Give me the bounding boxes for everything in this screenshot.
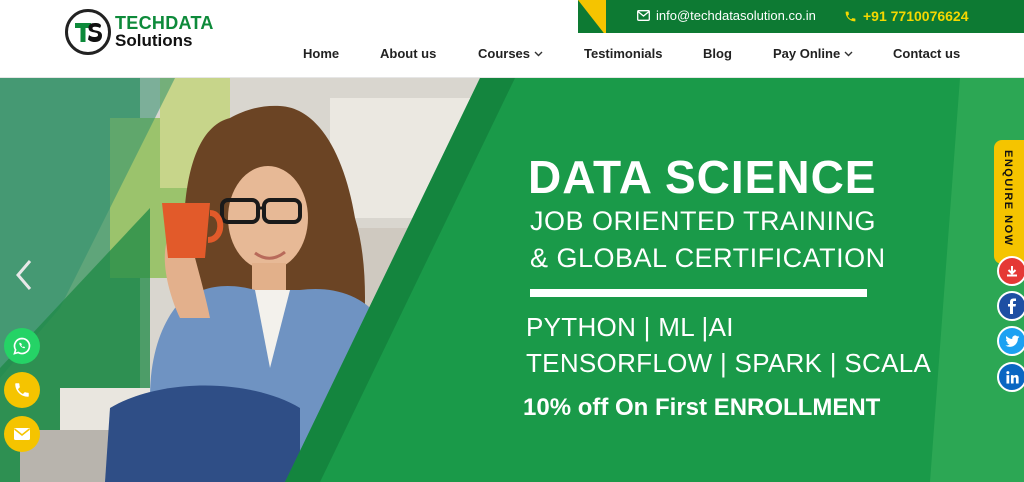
nav-contact[interactable]: Contact us — [893, 46, 960, 61]
enquire-now-label: ENQUIRE NOW — [1002, 150, 1014, 247]
facebook-icon — [1008, 298, 1016, 314]
nav-pay-online[interactable]: Pay Online — [773, 46, 853, 61]
facebook-button[interactable] — [997, 291, 1024, 321]
ts-monogram-icon — [75, 23, 102, 42]
hero-subtitle-line2: & GLOBAL CERTIFICATION — [530, 243, 886, 273]
hero-divider — [530, 289, 867, 297]
enquire-now-tab[interactable]: ENQUIRE NOW — [994, 140, 1024, 264]
download-icon — [1007, 266, 1017, 277]
nav-pay-online-label: Pay Online — [773, 46, 841, 61]
email-text: info@techdatasolution.co.in — [656, 8, 816, 23]
phone-icon — [845, 11, 856, 21]
call-button[interactable] — [4, 372, 40, 408]
hero-tech-line2: TENSORFLOW | SPARK | SCALA — [526, 348, 932, 378]
twitter-icon — [1004, 334, 1019, 347]
chevron-down-icon — [534, 51, 543, 56]
site-header: info@techdatasolution.co.in +91 77100766… — [0, 0, 1024, 78]
mail-button[interactable] — [4, 416, 40, 452]
nav-courses[interactable]: Courses — [478, 46, 543, 61]
hero-offer: 10% off On First ENROLLMENT — [523, 394, 881, 421]
email-link[interactable]: info@techdatasolution.co.in — [637, 8, 816, 23]
logo-line1: TECHDATA — [115, 13, 214, 33]
hero-title: DATA SCIENCE — [528, 151, 877, 203]
linkedin-button[interactable] — [997, 362, 1024, 392]
slider-prev-arrow-icon[interactable] — [12, 258, 36, 292]
hero-tech-line1: PYTHON | ML |AI — [526, 312, 734, 342]
nav-blog[interactable]: Blog — [703, 46, 732, 61]
download-button[interactable] — [997, 256, 1024, 286]
nav-contact-label: Contact us — [893, 46, 961, 61]
nav-courses-label: Courses — [478, 46, 531, 61]
nav-home-label: Home — [303, 46, 340, 61]
linkedin-icon — [1005, 370, 1019, 384]
mail-icon — [14, 428, 30, 440]
envelope-icon — [637, 10, 650, 21]
logo-text: TECHDATA Solutions — [115, 13, 214, 49]
nav-testimonials-label: Testimonials — [584, 46, 663, 61]
hero-subtitle-line1: JOB ORIENTED TRAINING — [530, 206, 877, 236]
nav-testimonials[interactable]: Testimonials — [584, 46, 663, 61]
phone-link[interactable]: +91 7710076624 — [844, 8, 969, 24]
nav-home[interactable]: Home — [303, 46, 339, 61]
chevron-down-icon — [844, 51, 853, 56]
main-nav: Home About us Courses Testimonials Blog … — [0, 46, 1024, 64]
nav-about[interactable]: About us — [380, 46, 436, 61]
phone-text: +91 7710076624 — [863, 8, 969, 24]
hero-slider: DATA SCIENCE JOB ORIENTED TRAINING & GLO… — [0, 78, 1024, 482]
twitter-button[interactable] — [997, 326, 1024, 356]
nav-blog-label: Blog — [703, 46, 732, 61]
phone-icon — [15, 383, 29, 397]
whatsapp-icon — [13, 337, 31, 355]
whatsapp-button[interactable] — [4, 328, 40, 364]
nav-about-label: About us — [380, 46, 437, 61]
